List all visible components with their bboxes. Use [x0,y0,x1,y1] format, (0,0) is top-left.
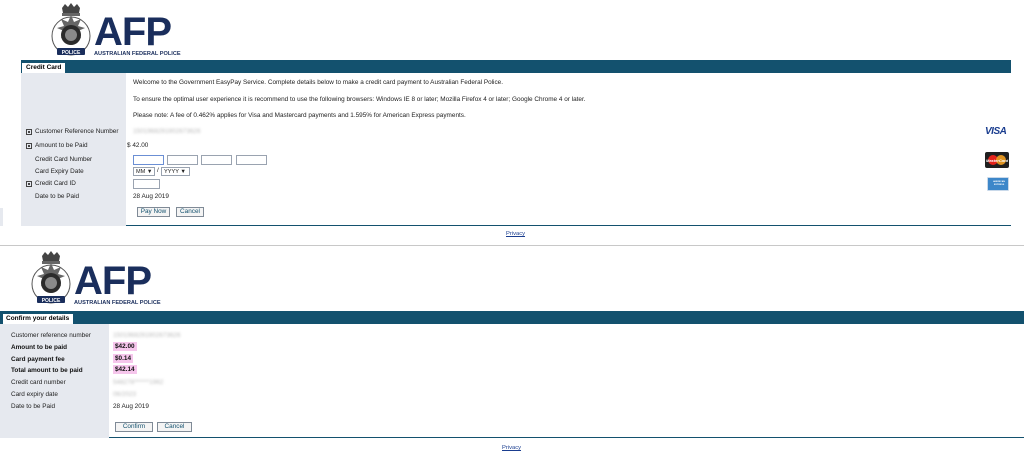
form-label-column [21,73,126,226]
required-icon [26,142,32,149]
card-number-input-1[interactable] [133,155,164,165]
dropdown-arrow-icon: ▼ [146,169,153,175]
confirm-date-value: 28 Aug 2019 [113,403,149,410]
card-id-label: Credit Card ID [26,180,76,187]
confirm-date-label: Date to be Paid [11,403,56,410]
required-icon [26,180,32,187]
confirm-expiry-value: 06/2023 [113,391,137,398]
confirm-fee-value: $0.14 [113,354,133,363]
customer-reference-value: 1501968291902673626 [133,128,201,135]
fee-note: Please note: A fee of 0.462% applies for… [133,112,466,119]
confirm-cancel-button[interactable]: Cancel [157,422,192,432]
card-number-input-2[interactable] [167,155,198,165]
amount-label: Amount to be Paid [26,142,88,149]
amex-icon: AMERICAN EXPRESS [987,177,1009,191]
browser-note: To ensure the optimal user experience it… [133,96,586,103]
visa-icon: VISA [985,126,1007,137]
tab-credit-card[interactable]: Credit Card [21,62,67,73]
afp-logo: POLICE AFP AUSTRALIAN FEDERAL POLICE [48,2,181,58]
expiry-year-select[interactable]: YYYY ▼ [161,167,190,176]
confirm-fee-label: Card payment fee [11,356,65,363]
cancel-button[interactable]: Cancel [176,207,204,217]
tab-confirm-details[interactable]: Confirm your details [2,313,75,324]
amount-value: $ 42.00 [127,142,149,149]
card-number-input-4[interactable] [236,155,267,165]
expiry-month-select[interactable]: MM ▼ [133,167,155,176]
logo-abbr: AFP [94,10,172,54]
logo-abbr: AFP [74,259,152,303]
crest-label: POLICE [62,50,81,56]
confirm-amount-label: Amount to be paid [11,344,68,351]
confirm-expiry-label: Card expiry date [11,391,58,398]
required-icon [26,128,32,135]
confirm-tab-bar [0,311,1024,324]
confirm-card-number-value: 548278******1962 [113,379,164,386]
privacy-link[interactable]: Privacy [506,231,525,237]
confirm-customer-reference-value: 1501968291902673626 [113,332,181,339]
confirm-customer-reference-label: Customer reference number [11,332,91,339]
confirm-amount-value: $42.00 [113,342,137,351]
date-label: Date to be Paid [35,193,80,200]
expiry-separator: / [157,167,159,174]
crest-label: POLICE [42,298,61,304]
pay-now-button[interactable]: Pay Now [137,207,170,217]
expiry-label: Card Expiry Date [35,168,84,175]
afp-crest-icon: POLICE [48,2,94,58]
dropdown-arrow-icon: ▼ [180,169,186,175]
afp-logo: POLICE AFP AUSTRALIAN FEDERAL POLICE [28,249,161,307]
confirm-total-value: $42.14 [113,365,137,374]
confirm-total-label: Total amount to be paid [11,367,83,374]
logo-full-name: AUSTRALIAN FEDERAL POLICE [74,300,161,306]
customer-reference-label: Customer Reference Number [26,128,118,135]
credit-card-tab-bar [21,60,1011,73]
confirm-privacy-link[interactable]: Privacy [502,445,521,451]
confirm-button[interactable]: Confirm [115,422,153,432]
left-edge-stub [0,208,3,226]
card-number-label: Credit Card Number [35,156,93,163]
mastercard-icon: MasterCard [985,152,1009,168]
confirm-card-number-label: Credit card number [11,379,66,386]
date-value: 28 Aug 2019 [133,193,169,200]
section-divider [0,245,1024,246]
logo-full-name: AUSTRALIAN FEDERAL POLICE [94,51,181,57]
welcome-text: Welcome to the Government EasyPay Servic… [133,79,504,86]
afp-crest-icon: POLICE [28,249,74,307]
card-number-input-3[interactable] [201,155,232,165]
card-id-input[interactable] [133,179,160,189]
